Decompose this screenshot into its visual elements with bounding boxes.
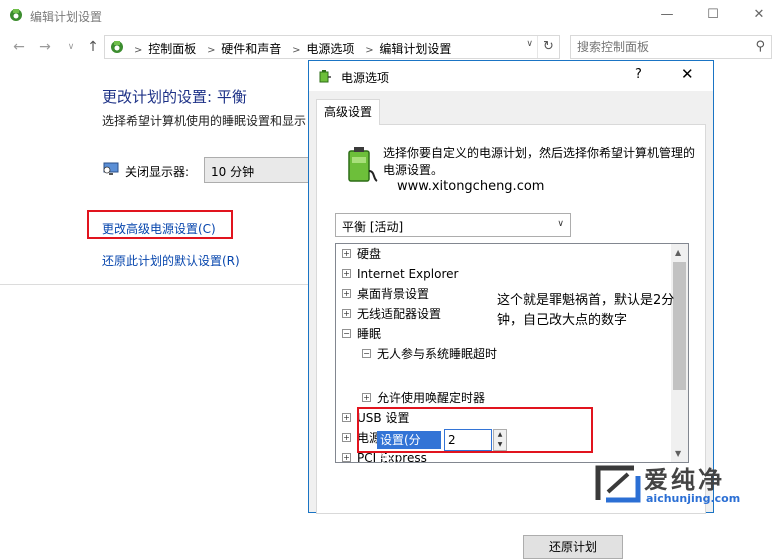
tree-item-label: 睡眠 [357,327,382,341]
recent-locations-chevron-icon[interactable]: ∨ [62,37,80,57]
tree-item-label: 允许使用唤醒定时器 [377,391,486,405]
tab-advanced-settings[interactable]: 高级设置 [316,99,380,125]
dialog-title: 电源选项 [341,71,390,85]
breadcrumb-power-options[interactable]: 电源选项 [306,42,354,56]
watermark-url: www.xitongcheng.com [397,179,545,194]
chevron-right-icon: > [134,45,143,56]
tree-item-unattended-sleep-timeout[interactable]: − 无人参与系统睡眠超时 [362,344,497,364]
search-box[interactable]: ⚲ [570,35,772,59]
search-input[interactable] [577,39,747,55]
expand-icon[interactable]: + [342,309,351,318]
window-title: 编辑计划设置 [30,10,103,24]
search-icon[interactable]: ⚲ [755,39,765,54]
tree-item-desktop-background[interactable]: + 桌面背景设置 [342,284,429,304]
tree-item-label: 硬盘 [357,247,382,261]
annotation-text: 这个就是罪魁祸首，默认是2分钟，自己改大点的数字 [497,293,675,328]
scroll-up-icon[interactable]: ▲ [675,248,681,257]
chevron-right-icon[interactable]: > [207,45,215,56]
battery-plug-icon [319,70,331,83]
advanced-power-settings-link[interactable]: 更改高级电源设置(C) [102,220,216,237]
refresh-icon[interactable]: ↻ [537,36,559,58]
dialog-title-bar: 电源选项 ? ✕ [309,61,713,91]
back-arrow-icon[interactable]: ← [10,37,28,57]
scroll-down-icon[interactable]: ▼ [675,449,681,458]
monitor-clock-icon [103,162,119,175]
dialog-description: 选择你要自定义的电源计划，然后选择你希望计算机管理的电源设置。 [383,146,696,177]
display-off-label: 关闭显示器: [125,165,190,179]
power-options-dialog: 电源选项 ? ✕ 高级设置 选择你要自定义的电源计划，然后选择你希望计算机管理的… [308,60,714,559]
expand-icon[interactable]: + [342,433,351,442]
logo-domain: aichunjing.com [646,492,741,505]
page-title: 更改计划的设置: 平衡 [102,88,247,106]
chevron-down-icon: ∨ [557,219,564,229]
close-button[interactable]: ✕ [736,0,782,30]
advanced-settings-panel: 选择你要自定义的电源计划，然后选择你希望计算机管理的电源设置。 www.xito… [316,124,706,559]
breadcrumb-control-panel[interactable]: 控制面板 [148,42,196,56]
page-subtitle: 选择希望计算机使用的睡眠设置和显示 [102,114,307,128]
restore-plan-button[interactable]: 还原计划 [523,535,623,559]
tree-item-internet-explorer[interactable]: + Internet Explorer [342,264,458,284]
up-arrow-icon[interactable]: ↑ [84,37,102,57]
control-panel-icon [10,9,22,21]
power-plan-select[interactable]: 平衡 [活动] ∨ [335,213,571,237]
display-off-select[interactable]: 10 分钟 [204,157,314,183]
expand-icon[interactable]: + [342,413,351,422]
tree-item-hard-disk[interactable]: + 硬盘 [342,244,381,264]
chevron-right-icon[interactable]: > [292,45,300,56]
help-button[interactable]: ? [635,67,642,82]
tree-scrollbar[interactable]: ▲ ▼ [671,244,688,462]
restore-defaults-link[interactable]: 还原此计划的默认设置(R) [102,252,240,269]
divider [0,284,308,285]
minimize-button[interactable]: — [644,0,690,30]
collapse-icon[interactable]: − [362,349,371,358]
navigation-bar: ← → ∨ ↑ > 控制面板 > 硬件和声音 > 电源选项 > 编辑计划设置 ∨… [0,32,784,62]
dialog-close-button[interactable]: ✕ [681,65,694,83]
logo-mark-icon [595,465,641,503]
tree-item-label: 无线适配器设置 [357,307,442,321]
tree-item-label: Internet Explorer [357,267,459,281]
tree-item-label: 桌面背景设置 [357,287,430,301]
chevron-right-icon[interactable]: > [365,45,373,56]
breadcrumb-edit-plan[interactable]: 编辑计划设置 [379,42,451,56]
tree-item-wireless-adapter[interactable]: + 无线适配器设置 [342,304,441,324]
chevron-down-icon[interactable]: ∨ [526,39,533,49]
expand-icon[interactable]: + [342,249,351,258]
forward-arrow-icon[interactable]: → [36,37,54,57]
tree-item-wake-timers[interactable]: + 允许使用唤醒定时器 [362,388,485,408]
logo-text: 爱纯净 [644,466,725,494]
title-bar: 编辑计划设置 — ☐ ✕ [0,0,784,30]
battery-plug-icon [348,147,378,182]
site-logo: 爱纯净 aichunjing.com [590,458,784,513]
tree-item-label: 无人参与系统睡眠超时 [377,347,498,361]
expand-icon[interactable]: + [342,453,351,462]
expand-icon[interactable]: + [342,289,351,298]
expand-icon[interactable]: + [342,269,351,278]
maximize-button[interactable]: ☐ [690,0,736,30]
address-bar[interactable]: > 控制面板 > 硬件和声音 > 电源选项 > 编辑计划设置 ∨ ↻ [104,35,560,59]
timeout-highlight [357,407,593,453]
breadcrumb: > 控制面板 > 硬件和声音 > 电源选项 > 编辑计划设置 [129,40,453,57]
control-panel-icon [111,41,123,53]
collapse-icon[interactable]: − [342,329,351,338]
power-plan-value: 平衡 [活动] [342,220,404,234]
tree-item-sleep[interactable]: − 睡眠 [342,324,381,344]
breadcrumb-hardware-sound[interactable]: 硬件和声音 [221,42,281,56]
expand-icon[interactable]: + [362,393,371,402]
